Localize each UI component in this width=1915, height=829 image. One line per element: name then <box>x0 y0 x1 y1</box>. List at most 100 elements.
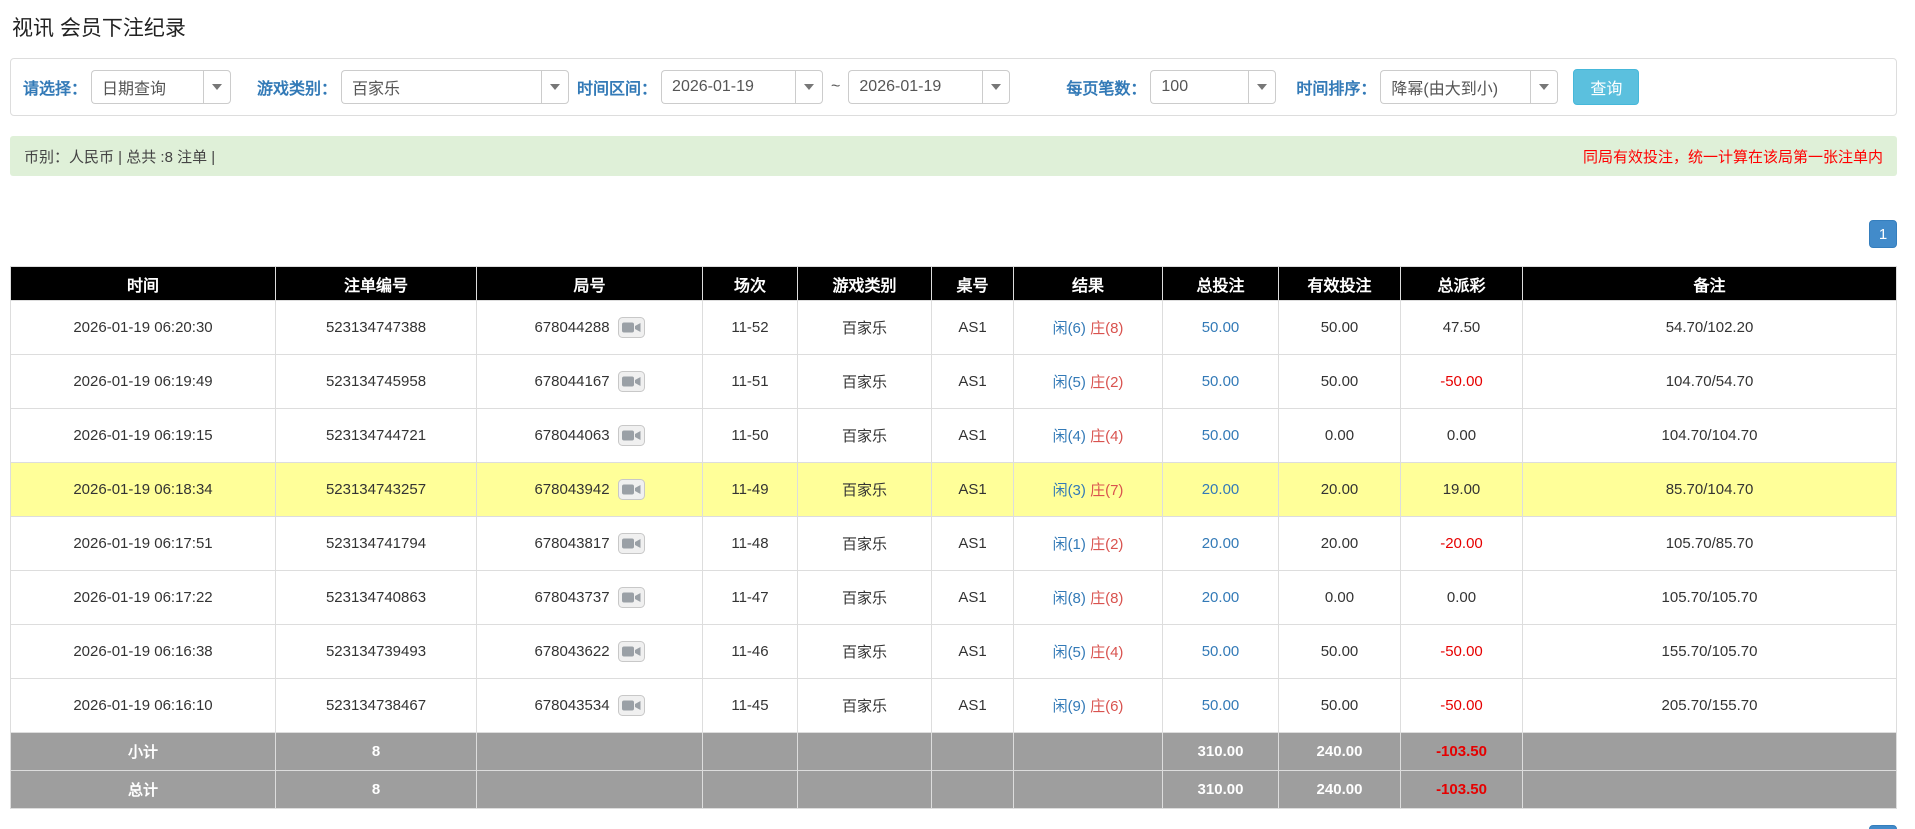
cell-round: 678043942 <box>476 462 703 517</box>
cell-time: 2026-01-19 06:18:34 <box>10 462 276 517</box>
result-banker: 庄(2) <box>1090 536 1124 553</box>
cell-time: 2026-01-19 06:16:10 <box>10 678 276 733</box>
page-button-1[interactable]: 1 <box>1869 825 1897 829</box>
summary-bar: 币别：人民币 | 总共 :8 注单 | 同局有效投注，统一计算在该局第一张注单内 <box>10 136 1897 176</box>
cell-round: 678043737 <box>476 570 703 625</box>
empty-cell <box>1522 732 1897 771</box>
search-button[interactable]: 查询 <box>1573 69 1640 105</box>
total-bet-link[interactable]: 50.00 <box>1202 319 1240 336</box>
filter-group-per-page: 每页笔数： <box>1066 70 1277 104</box>
cell-total-bet: 20.00 <box>1162 516 1279 571</box>
cell-session: 11-49 <box>702 462 798 517</box>
cell-game-type: 百家乐 <box>797 570 932 625</box>
filter-group-game-type: 游戏类别： <box>257 70 570 104</box>
total-bet-link[interactable]: 20.00 <box>1202 589 1240 606</box>
cell-time: 2026-01-19 06:20:30 <box>10 300 276 355</box>
round-wrap: 678043817 <box>534 533 645 554</box>
result-player: 闲(1) <box>1052 536 1086 553</box>
sort-dropdown-button[interactable] <box>1530 70 1559 104</box>
game-type-dropdown-button[interactable] <box>541 70 570 104</box>
cell-result: 闲(1) 庄(2) <box>1013 516 1163 571</box>
per-page-input[interactable] <box>1150 70 1249 104</box>
cell-total-bet: 20.00 <box>1162 462 1279 517</box>
date-to-dropdown-button[interactable] <box>982 70 1011 104</box>
sort-input[interactable] <box>1380 70 1531 104</box>
video-replay-icon[interactable] <box>617 587 645 608</box>
filter-group-query-type: 请选择： <box>23 70 232 104</box>
header-remark: 备注 <box>1522 266 1897 301</box>
query-type-dropdown-button[interactable] <box>203 70 232 104</box>
video-replay-icon[interactable] <box>617 479 645 500</box>
cell-game-type: 百家乐 <box>797 408 932 463</box>
empty-cell <box>1013 770 1163 809</box>
chevron-down-icon <box>1257 84 1268 90</box>
currency-total-text: 币别：人民币 | 总共 :8 注单 | <box>24 148 216 166</box>
cell-payout: -20.00 <box>1400 516 1523 571</box>
page-button-1[interactable]: 1 <box>1869 220 1897 248</box>
game-type-input[interactable] <box>341 70 542 104</box>
cell-game-type: 百家乐 <box>797 516 932 571</box>
total-row: 总计 8 310.00 240.00 -103.50 <box>10 770 1897 809</box>
cell-session: 11-46 <box>702 624 798 679</box>
total-bet-link[interactable]: 50.00 <box>1202 643 1240 660</box>
total-bet-link[interactable]: 50.00 <box>1202 697 1240 714</box>
per-page-dropdown-button[interactable] <box>1248 70 1277 104</box>
pagination-bottom: 1 <box>10 825 1897 829</box>
round-number: 678043622 <box>534 643 610 660</box>
cell-total-bet: 50.00 <box>1162 408 1279 463</box>
cell-game-type: 百家乐 <box>797 624 932 679</box>
cell-result: 闲(8) 庄(8) <box>1013 570 1163 625</box>
cell-table-no: AS1 <box>931 516 1014 571</box>
video-replay-icon[interactable] <box>617 533 645 554</box>
header-round: 局号 <box>476 266 703 301</box>
round-number: 678043534 <box>534 697 610 714</box>
cell-total-bet: 50.00 <box>1162 624 1279 679</box>
date-range-separator: ~ <box>831 78 841 95</box>
cell-table-no: AS1 <box>931 408 1014 463</box>
round-number: 678043942 <box>534 481 610 498</box>
cell-time: 2026-01-19 06:16:38 <box>10 624 276 679</box>
date-from-input[interactable] <box>661 70 796 104</box>
query-type-input[interactable] <box>91 70 204 104</box>
result-banker: 庄(2) <box>1090 374 1124 391</box>
result-banker: 庄(4) <box>1090 644 1124 661</box>
empty-cell <box>1522 770 1897 809</box>
date-from-dropdown-button[interactable] <box>795 70 824 104</box>
table-row: 2026-01-19 06:19:15 523134744721 678044063… <box>10 408 1897 463</box>
header-payout: 总派彩 <box>1400 266 1523 301</box>
cell-valid-bet: 50.00 <box>1278 354 1401 409</box>
video-replay-icon[interactable] <box>617 371 645 392</box>
total-bet-link[interactable]: 20.00 <box>1202 535 1240 552</box>
records-table: 时间 注单编号 局号 场次 游戏类别 桌号 结果 总投注 有效投注 总派彩 备注… <box>10 266 1897 809</box>
cell-round: 678044063 <box>476 408 703 463</box>
round-number: 678044288 <box>534 319 610 336</box>
sort-label: 时间排序： <box>1296 81 1377 98</box>
total-payout: -103.50 <box>1400 770 1523 809</box>
video-replay-icon[interactable] <box>617 641 645 662</box>
result-player: 闲(5) <box>1052 644 1086 661</box>
round-wrap: 678043942 <box>534 479 645 500</box>
cell-remark: 205.70/155.70 <box>1522 678 1897 733</box>
total-count: 8 <box>275 770 477 809</box>
chevron-down-icon <box>550 84 561 90</box>
total-total-bet: 310.00 <box>1162 770 1279 809</box>
result-player: 闲(4) <box>1052 428 1086 445</box>
chevron-down-icon <box>212 84 223 90</box>
date-to-input[interactable] <box>848 70 983 104</box>
total-bet-link[interactable]: 50.00 <box>1202 427 1240 444</box>
round-number: 678044063 <box>534 427 610 444</box>
per-page-label: 每页笔数： <box>1066 81 1147 98</box>
query-type-label: 请选择： <box>23 81 88 98</box>
video-replay-icon[interactable] <box>617 695 645 716</box>
cell-time: 2026-01-19 06:17:22 <box>10 570 276 625</box>
cell-game-type: 百家乐 <box>797 300 932 355</box>
video-replay-icon[interactable] <box>617 425 645 446</box>
cell-payout: 19.00 <box>1400 462 1523 517</box>
video-replay-icon[interactable] <box>617 317 645 338</box>
cell-payout: -50.00 <box>1400 354 1523 409</box>
total-label: 总计 <box>10 770 276 809</box>
total-bet-link[interactable]: 20.00 <box>1202 481 1240 498</box>
total-bet-link[interactable]: 50.00 <box>1202 373 1240 390</box>
round-wrap: 678043737 <box>534 587 645 608</box>
cell-session: 11-50 <box>702 408 798 463</box>
